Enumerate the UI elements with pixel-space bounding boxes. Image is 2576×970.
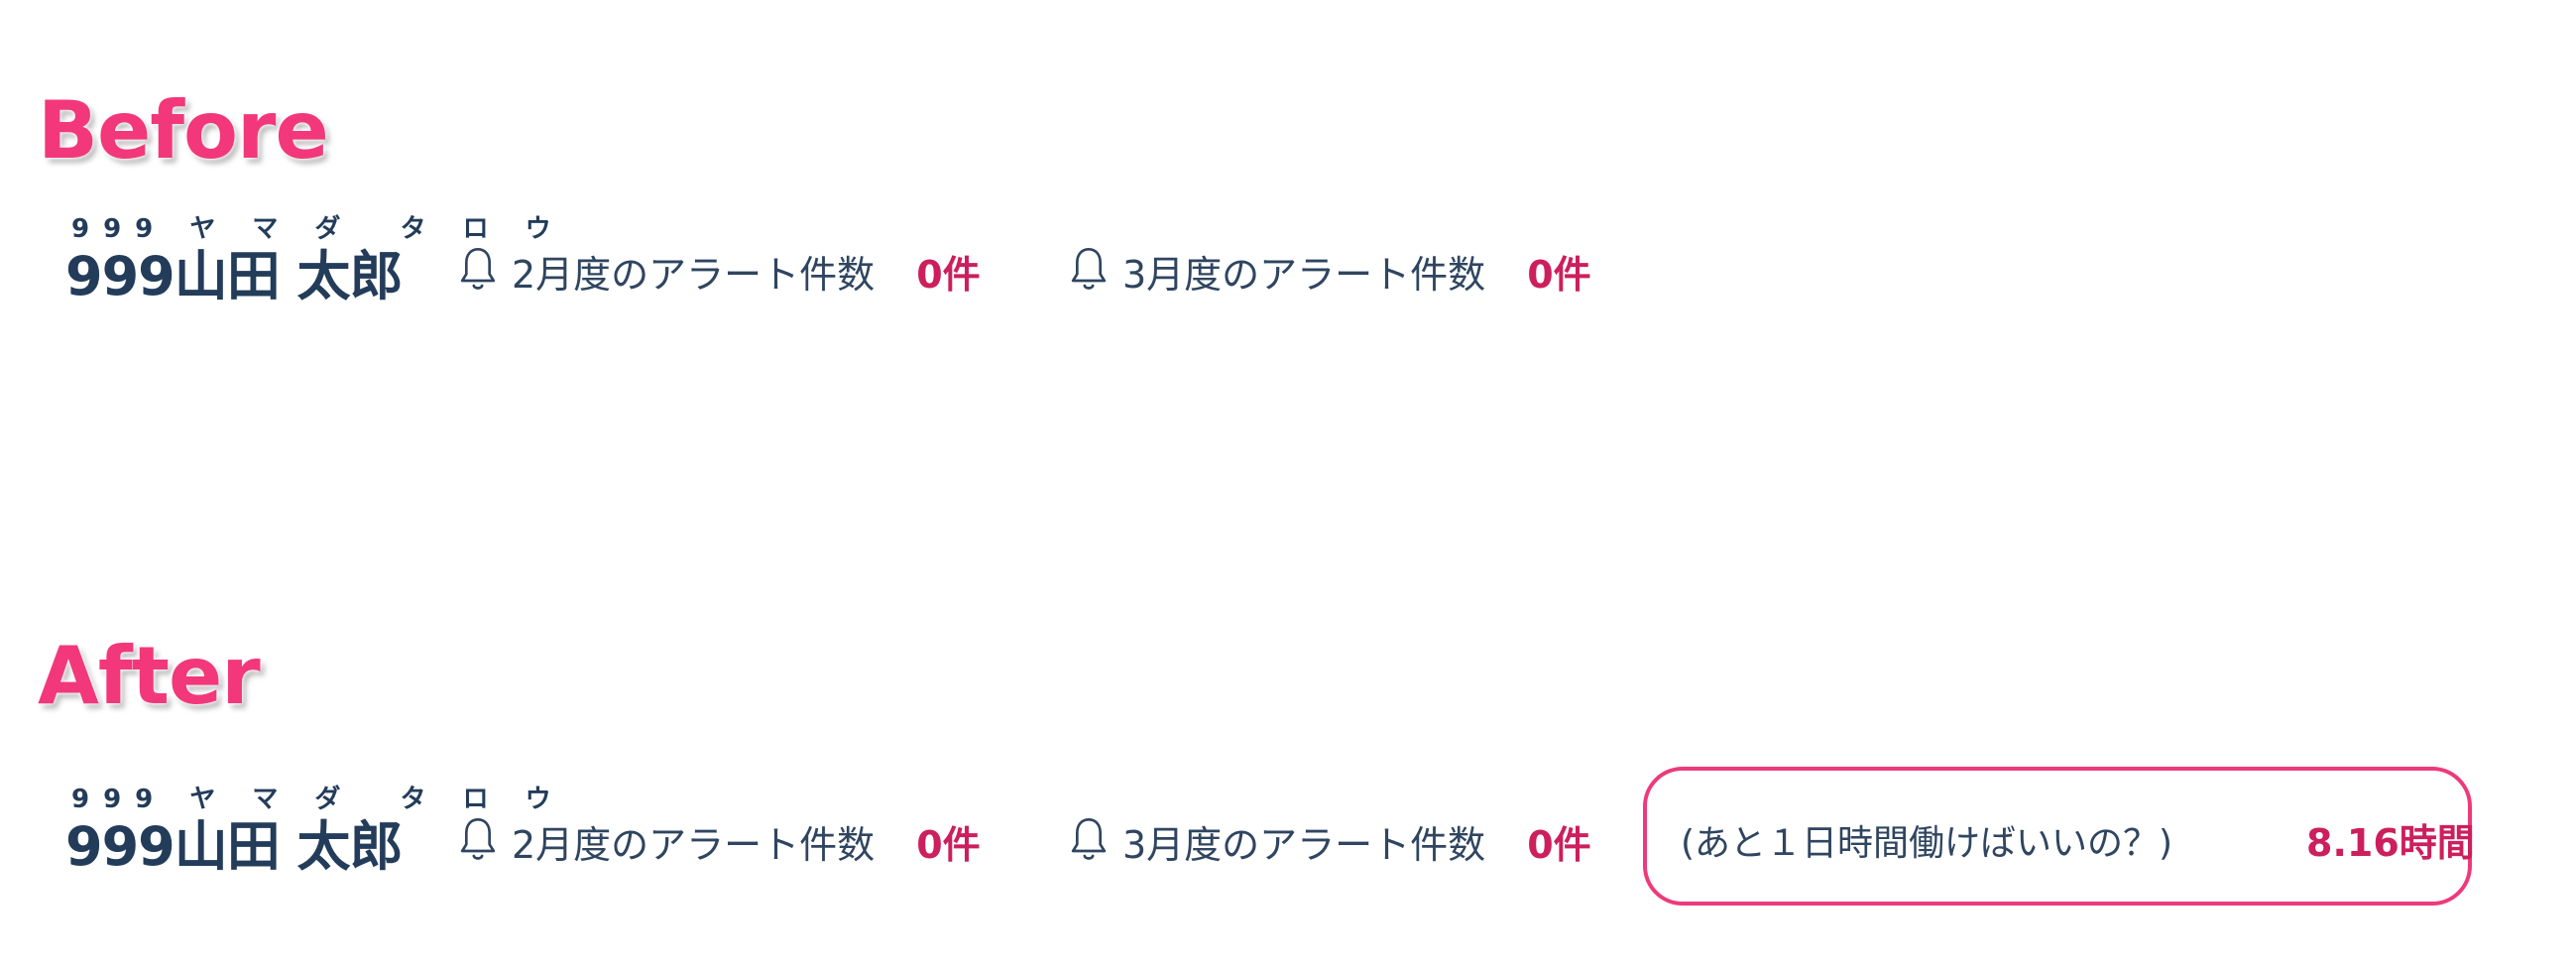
bell-icon — [460, 818, 496, 860]
bell-icon — [460, 248, 496, 290]
remaining-hours-label: (あと１日時間働けばいいの？) — [1681, 823, 2173, 864]
alert-label: 2月度のアラート件数 — [512, 822, 876, 867]
alert-count: 0件 — [916, 822, 981, 867]
alert-february: 2月度のアラート件数 0件 — [458, 246, 981, 297]
user-alert-row-before: 999 ヤ マ ダ タ ロ ウ 999山田 太郎 2月度のアラート件数 0件 3… — [61, 208, 2520, 317]
user-alert-row-after: 999 ヤ マ ダ タ ロ ウ 999山田 太郎 2月度のアラート件数 0件 3… — [61, 767, 2520, 906]
remaining-hours-highlight: (あと１日時間働けばいいの？) 8.16時間 — [1643, 767, 2475, 906]
alert-march: 3月度のアラート件数 0件 — [1069, 816, 1591, 867]
user-name: 999山田 太郎 — [65, 245, 404, 307]
alert-february: 2月度のアラート件数 0件 — [458, 816, 981, 867]
alert-label: 2月度のアラート件数 — [512, 252, 876, 297]
remaining-hours-value: 8.16時間 — [2306, 821, 2475, 865]
user-name: 999山田 太郎 — [65, 815, 404, 878]
alert-count: 0件 — [1527, 252, 1591, 297]
bell-icon — [1071, 248, 1107, 290]
alert-count: 0件 — [916, 252, 981, 297]
bell-icon — [1071, 818, 1107, 860]
alert-label: 3月度のアラート件数 — [1122, 252, 1486, 297]
before-heading: Before — [38, 84, 329, 177]
alert-label: 3月度のアラート件数 — [1122, 822, 1486, 867]
alert-march: 3月度のアラート件数 0件 — [1069, 246, 1591, 297]
after-heading: After — [38, 630, 261, 722]
alert-count: 0件 — [1527, 822, 1591, 867]
